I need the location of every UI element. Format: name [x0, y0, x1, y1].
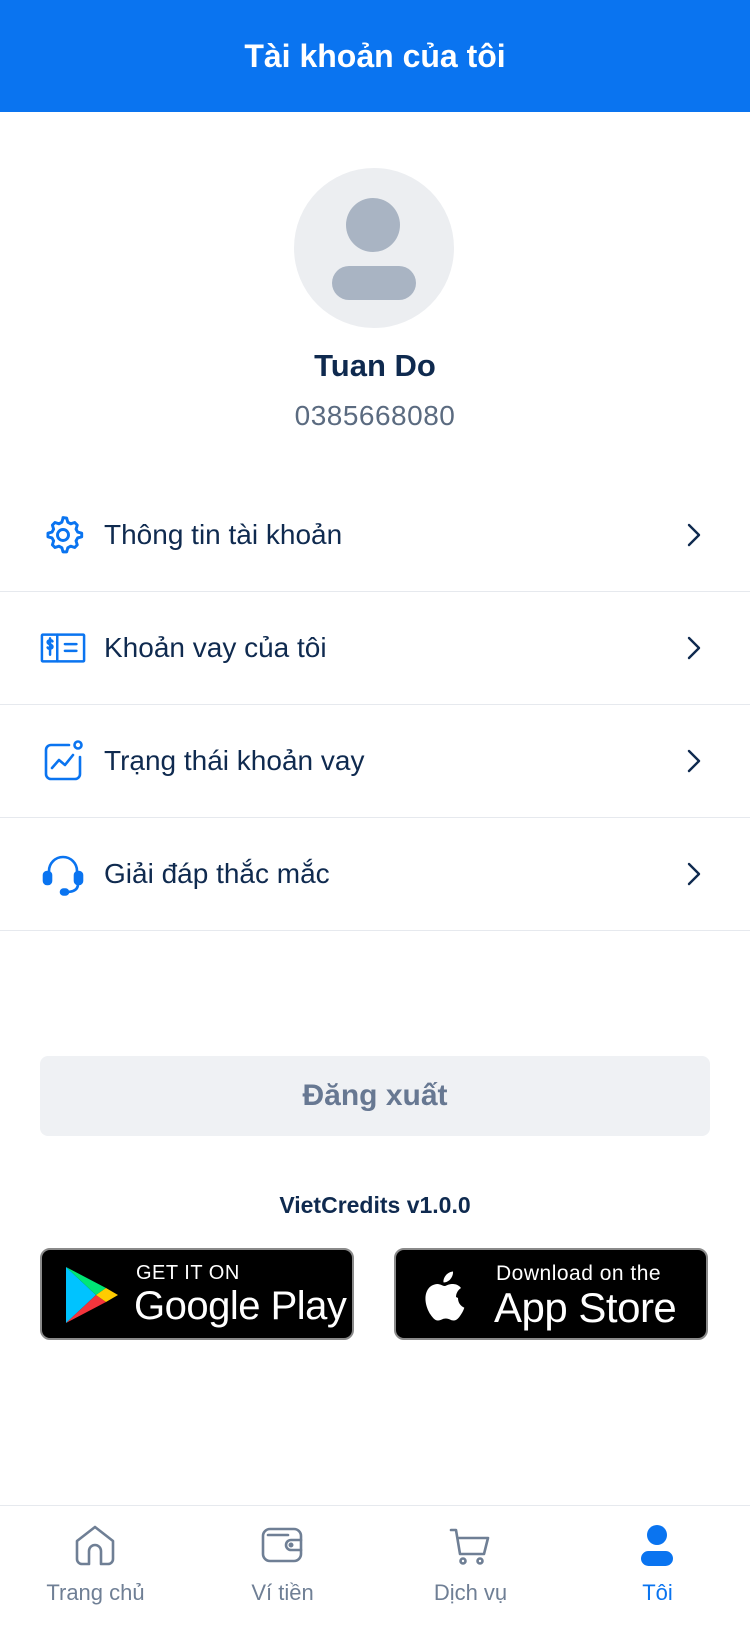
menu-item-my-loans[interactable]: Khoản vay của tôi: [0, 592, 750, 705]
money-bill-icon: [40, 625, 86, 671]
account-menu: Thông tin tài khoản Khoản vay của tôi Tr…: [0, 479, 750, 931]
menu-item-label: Trạng thái khoản vay: [104, 745, 365, 776]
google-play-small-text: GET IT ON: [136, 1262, 240, 1284]
google-play-icon: [66, 1267, 118, 1323]
chart-status-icon: [40, 738, 86, 784]
tab-label: Ví tiền: [251, 1580, 314, 1605]
app-store-small-text: Download on the: [496, 1262, 662, 1285]
page-title: Tài khoản của tôi: [244, 37, 506, 74]
avatar-head-shape: [346, 198, 400, 252]
home-icon: [75, 1525, 115, 1566]
wallet-icon: [261, 1527, 303, 1563]
bottom-tab-bar: Trang chủ Ví tiền Dịch vụ Tôi: [0, 1505, 750, 1625]
tab-label: Tôi: [642, 1580, 673, 1605]
menu-item-label: Thông tin tài khoản: [104, 519, 343, 550]
app-version: VietCredits v1.0.0: [279, 1192, 471, 1218]
tab-wallet[interactable]: Ví tiền: [189, 1506, 376, 1625]
tab-me[interactable]: Tôi: [564, 1506, 750, 1625]
menu-item-faq[interactable]: Giải đáp thắc mắc: [0, 818, 750, 931]
chevron-right-icon: [687, 749, 701, 773]
gear-icon: [40, 512, 86, 558]
menu-item-loan-status[interactable]: Trạng thái khoản vay: [0, 705, 750, 818]
menu-item-label: Giải đáp thắc mắc: [104, 858, 330, 889]
chevron-right-icon: [687, 523, 701, 547]
menu-item-label: Khoản vay của tôi: [104, 632, 327, 663]
chevron-right-icon: [687, 862, 701, 886]
chevron-right-icon: [687, 636, 701, 660]
app-store-big-text: App Store: [494, 1284, 677, 1331]
tab-label: Dịch vụ: [433, 1580, 508, 1605]
user-phone: 0385668080: [294, 400, 456, 431]
user-name: Tuan Do: [314, 348, 436, 383]
apple-icon: [425, 1271, 465, 1321]
app-store-badge[interactable]: Download on the App Store: [394, 1248, 708, 1340]
google-play-badge[interactable]: GET IT ON Google Play: [40, 1248, 354, 1340]
logout-button[interactable]: Đăng xuất: [40, 1056, 710, 1136]
google-play-big-text: Google Play: [134, 1284, 347, 1328]
cart-icon: [449, 1528, 490, 1565]
app-header: Tài khoản của tôi: [0, 0, 750, 112]
tab-label: Trang chủ: [46, 1580, 145, 1605]
avatar[interactable]: [294, 168, 454, 328]
menu-item-account-info[interactable]: Thông tin tài khoản: [0, 479, 750, 592]
user-icon: [641, 1525, 673, 1566]
tab-services[interactable]: Dịch vụ: [377, 1506, 564, 1625]
tab-home[interactable]: Trang chủ: [2, 1506, 189, 1625]
headset-icon: [40, 851, 86, 897]
avatar-body-shape: [332, 266, 416, 300]
